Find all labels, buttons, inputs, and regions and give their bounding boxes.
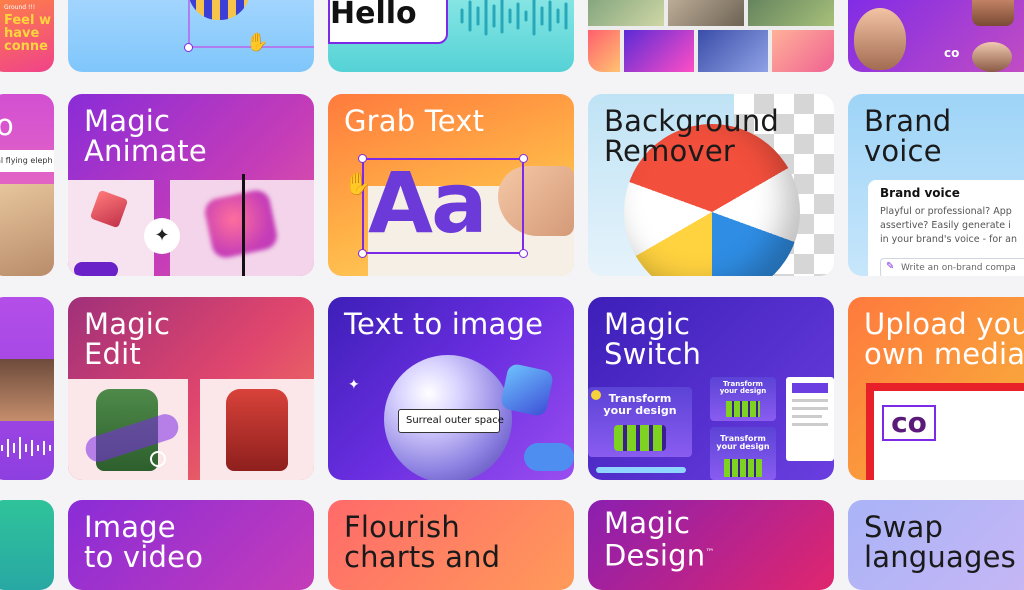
timeline-scrubber[interactable] xyxy=(242,174,245,276)
feature-card-magic-design[interactable]: Magic Design™ xyxy=(588,500,834,590)
design-headline: Transform your design xyxy=(603,392,677,417)
feature-card-ad-preview[interactable]: Ground !!! Feel w have conne xyxy=(0,0,54,72)
cube-image xyxy=(499,362,555,418)
text-selection-box xyxy=(362,158,524,254)
feature-card-image-to-video[interactable]: Image to video xyxy=(68,500,314,590)
feature-card-avatars[interactable]: co xyxy=(848,0,1024,72)
prompt-input[interactable]: Surreal outer space xyxy=(398,409,504,433)
logo-mark-icon: co xyxy=(944,46,960,60)
design-headline: Transform your design xyxy=(719,380,767,396)
card-title: Magic Animate xyxy=(84,104,207,168)
resize-handle[interactable] xyxy=(184,43,193,52)
feature-card-magic-animate[interactable]: Magic Animate ✦ xyxy=(68,94,314,276)
card-title: Image to video xyxy=(84,510,204,574)
card-title: Flourish charts and xyxy=(344,510,501,574)
brand-voice-panel: Brand voice Playful or professional? App… xyxy=(868,180,1024,276)
feature-card-brand-voice[interactable]: Brand voice Brand voice Playful or profe… xyxy=(848,94,1024,276)
resize-handle[interactable] xyxy=(358,249,367,258)
avatar xyxy=(972,0,1014,26)
resize-handle[interactable] xyxy=(358,154,367,163)
avatar xyxy=(854,8,906,70)
resize-handle[interactable] xyxy=(519,154,528,163)
brush-cursor-icon xyxy=(150,451,166,467)
photo-tile xyxy=(748,0,834,26)
progress-bar xyxy=(596,467,686,473)
feature-card-magic-edit[interactable]: Magic Edit xyxy=(68,297,314,480)
feature-card-partial-left[interactable] xyxy=(0,500,54,590)
resize-handle[interactable] xyxy=(519,249,528,258)
avatar xyxy=(972,42,1012,72)
feature-card-upload-media[interactable]: Upload you own media co xyxy=(848,297,1024,480)
photo-tile xyxy=(772,30,834,72)
feature-card-grab-text[interactable]: Grab Text Aa ✋ xyxy=(328,94,574,276)
photo-tile xyxy=(668,0,744,26)
hand-cursor-icon: ✋ xyxy=(344,172,372,197)
pill-shape xyxy=(74,262,118,276)
prompt-text: al flying eleph xyxy=(0,156,53,165)
feature-card-video-partial[interactable] xyxy=(0,297,54,480)
product-cans-image xyxy=(726,401,760,417)
input-placeholder: Write an on-brand compa xyxy=(901,263,1016,273)
photo-tile xyxy=(588,0,664,26)
trademark-symbol: ™ xyxy=(705,548,715,558)
feature-card-text-prompt-partial[interactable]: o al flying eleph xyxy=(0,94,54,276)
sparkle-icon[interactable]: ✦ xyxy=(144,218,180,254)
audio-waveform xyxy=(1,437,51,459)
photo-tile xyxy=(698,30,768,72)
prompt-fragment-text: o xyxy=(0,108,14,142)
card-title: Upload you own media xyxy=(864,307,1024,371)
design-preview-large: Transform your design xyxy=(588,387,692,457)
feature-card-magic-switch[interactable]: Magic Switch Transform your design Trans… xyxy=(588,297,834,480)
card-title: Text to image xyxy=(344,307,544,341)
feature-card-hello-audio[interactable]: Hello xyxy=(328,0,574,72)
feature-card-text-to-image[interactable]: Text to image Surreal outer space ✦ xyxy=(328,297,574,480)
panel-title: Brand voice xyxy=(880,186,960,200)
card-title: Swap languages xyxy=(864,510,1016,574)
panel-body-line: in your brand's voice - for an xyxy=(880,234,1017,245)
prompt-text-field: al flying eleph xyxy=(0,150,54,172)
ad-line-3: conne xyxy=(4,39,48,54)
logo-selection-box xyxy=(882,405,936,441)
design-headline: Transform your design xyxy=(716,434,770,452)
person-photo xyxy=(0,359,54,421)
hand-cursor-icon: ✋ xyxy=(246,32,269,53)
feature-card-photo-grid[interactable] xyxy=(588,0,834,72)
sparkle-icon: ✦ xyxy=(348,377,360,393)
elephant-image xyxy=(0,184,54,276)
card-title: Magic Switch xyxy=(604,307,702,371)
brand-voice-input[interactable]: ✎ Write an on-brand compa xyxy=(880,258,1024,276)
prompt-text: Surreal outer space xyxy=(406,415,504,426)
card-title: Brand voice xyxy=(864,104,952,168)
card-title: Grab Text xyxy=(344,104,485,138)
feature-card-balloon[interactable]: ✋ xyxy=(68,0,314,72)
audio-waveform xyxy=(460,0,568,36)
hello-text: Hello xyxy=(330,0,417,31)
card-title: Background Remover xyxy=(604,104,780,168)
design-preview-medium: Transform your design xyxy=(710,427,776,480)
panel-body-line: assertive? Easily generate i xyxy=(880,220,1011,231)
panel-body-line: Playful or professional? App xyxy=(880,206,1012,217)
photo-tile xyxy=(588,30,620,72)
card-title: Magic Edit xyxy=(84,307,171,371)
photo-tile xyxy=(624,30,694,72)
card-title: Magic Design™ xyxy=(604,506,715,573)
product-cans-image xyxy=(724,459,762,477)
design-preview-small: Transform your design xyxy=(710,377,776,421)
backpack-image-red xyxy=(226,389,288,471)
cloud-shape xyxy=(524,443,574,471)
magic-write-icon: ✎ xyxy=(886,261,895,272)
feature-card-flourish[interactable]: Flourish charts and xyxy=(328,500,574,590)
feature-card-background-remover[interactable]: Background Remover xyxy=(588,94,834,276)
document-preview xyxy=(786,377,834,461)
feature-card-swap-languages[interactable]: Swap languages xyxy=(848,500,1024,590)
product-cans-image xyxy=(614,425,666,451)
ad-tag: Ground !!! xyxy=(4,4,36,11)
